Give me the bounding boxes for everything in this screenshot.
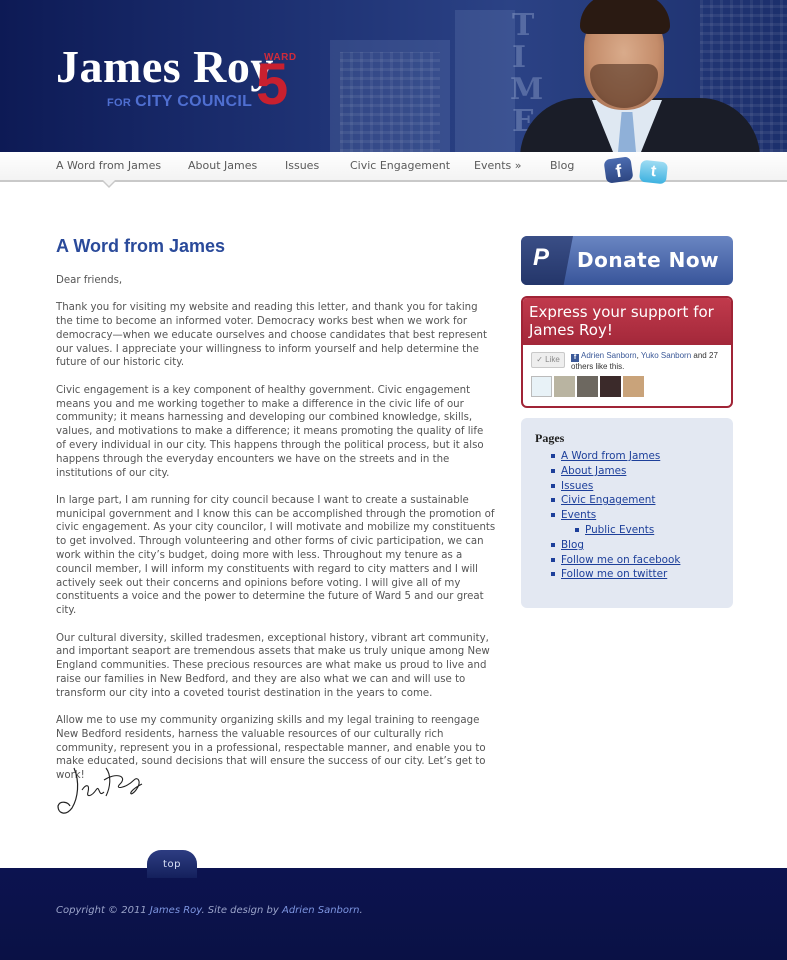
- logo-ward-number: 5: [256, 52, 289, 117]
- pages-link[interactable]: Issues: [551, 479, 733, 494]
- footer-copyright: Copyright © 2011 James Roy. Site design …: [56, 905, 363, 916]
- letter-paragraph: Thank you for visiting my website and re…: [56, 302, 488, 369]
- logo-subtitle: FOR CITY COUNCIL: [107, 93, 252, 111]
- avatar[interactable]: [577, 376, 598, 397]
- nav-item-civic-engagement[interactable]: Civic Engagement: [350, 159, 450, 172]
- candidate-portrait: [520, 0, 760, 152]
- background-windows: [340, 52, 440, 152]
- pages-title: Pages: [535, 431, 565, 445]
- facebook-icon[interactable]: f: [603, 156, 634, 184]
- pages-link-label: Follow me on twitter: [561, 568, 668, 581]
- like-label: Like: [545, 355, 560, 364]
- background-building: [455, 10, 515, 152]
- site-header: T I M E James Roy FOR CITY COUNCIL WARD 5: [0, 0, 787, 152]
- letter-paragraph: Dear friends,: [56, 275, 123, 286]
- thumbs-up-icon: ✓: [536, 355, 546, 364]
- letter-paragraph: Civic engagement is a key component of h…: [56, 384, 484, 479]
- pages-link[interactable]: Events: [551, 508, 733, 523]
- footer-designer-link[interactable]: Adrien Sanborn: [282, 905, 359, 916]
- avatar[interactable]: [600, 376, 621, 397]
- avatar[interactable]: [531, 376, 552, 397]
- like-name-link[interactable]: Yuko Sanborn: [641, 351, 691, 360]
- twitter-icon[interactable]: t: [638, 159, 669, 185]
- logo-name[interactable]: James Roy: [56, 44, 274, 90]
- logo-for: FOR: [107, 97, 132, 109]
- pages-link[interactable]: Civic Engagement: [551, 493, 733, 508]
- like-and: and: [693, 351, 707, 360]
- support-widget: Express your support for James Roy! ✓ Li…: [521, 296, 733, 408]
- pages-link-label: About James: [561, 464, 627, 477]
- avatar[interactable]: [623, 376, 644, 397]
- like-summary: f Adrien Sanborn, Yuko Sanborn and 27 oth…: [571, 351, 718, 371]
- donate-label: Donate Now: [577, 248, 720, 272]
- donate-button[interactable]: P Donate Now: [521, 236, 733, 285]
- main-nav: A Word from James About James Issues Civ…: [0, 152, 787, 182]
- pages-link-label: Public Events: [585, 523, 655, 536]
- nav-item-blog[interactable]: Blog: [550, 159, 574, 172]
- letter-paragraph: Our cultural diversity, skilled tradesme…: [56, 632, 490, 699]
- pages-link[interactable]: Blog: [551, 538, 733, 553]
- paypal-icon: P: [533, 244, 550, 271]
- portrait-hair: [580, 0, 670, 34]
- page-title: A Word from James: [56, 236, 226, 256]
- main-content: A Word from James Dear friends, Thank yo…: [56, 236, 496, 797]
- like-button[interactable]: ✓ Like: [531, 352, 565, 368]
- pages-link-label: Issues: [561, 479, 594, 492]
- nav-item-about-james[interactable]: About James: [188, 159, 257, 172]
- copyright-prefix: Copyright © 2011: [56, 905, 147, 916]
- pages-sublink[interactable]: Public Events: [575, 523, 733, 538]
- pages-link-label: A Word from James: [561, 450, 661, 462]
- pages-link-label: Civic Engagement: [561, 494, 656, 507]
- footer-owner-link[interactable]: James Roy: [150, 905, 202, 916]
- pages-link[interactable]: About James: [551, 464, 733, 479]
- nav-item-a-word-from-james[interactable]: A Word from James: [56, 159, 161, 172]
- support-heading: Express your support for James Roy!: [523, 298, 731, 345]
- pages-link[interactable]: A Word from James: [551, 449, 733, 464]
- pages-link-label: Blog: [561, 538, 584, 551]
- nav-item-events[interactable]: Events »: [474, 159, 521, 172]
- signature-image: [57, 767, 143, 814]
- facebook-small-icon: f: [571, 354, 579, 362]
- pages-list: A Word from James About James Issues Civ…: [551, 449, 733, 582]
- nav-item-issues[interactable]: Issues: [285, 159, 319, 172]
- pages-link-label: Events: [561, 509, 597, 522]
- pages-link[interactable]: Follow me on facebook: [551, 553, 733, 568]
- active-nav-pointer-inner: [103, 180, 115, 186]
- avatar[interactable]: [554, 376, 575, 397]
- like-name-link[interactable]: Adrien Sanborn: [581, 351, 637, 360]
- pages-widget: Pages A Word from James About James Issu…: [521, 418, 733, 608]
- footer-end: .: [359, 905, 363, 916]
- design-prefix: . Site design by: [201, 905, 279, 916]
- pages-link-label: Follow me on facebook: [561, 553, 681, 566]
- pages-link[interactable]: Follow me on twitter: [551, 567, 733, 582]
- logo-office: CITY COUNCIL: [135, 93, 253, 110]
- letter-paragraph: In large part, I am running for city cou…: [56, 494, 496, 617]
- back-to-top-button[interactable]: top: [147, 850, 197, 878]
- site-footer: Copyright © 2011 James Roy. Site design …: [0, 868, 787, 960]
